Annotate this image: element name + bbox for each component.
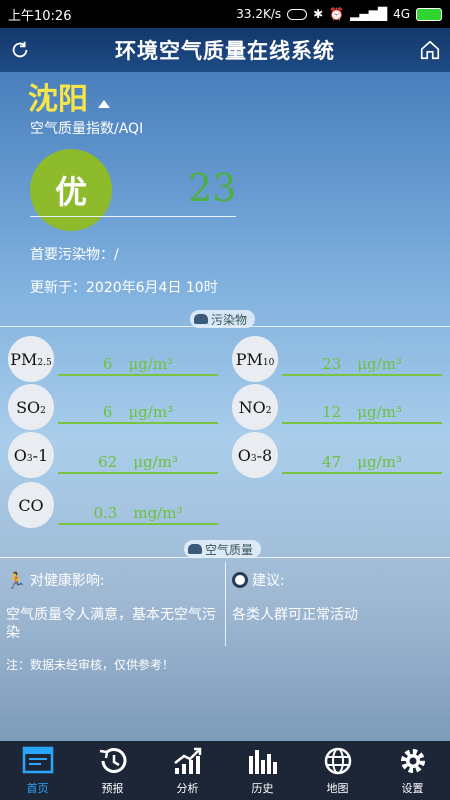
- status-time: 上午10:26: [8, 8, 72, 24]
- pm25-value: 6 μg/m³: [58, 354, 218, 376]
- pollutant-cloud-icon: [194, 314, 208, 324]
- app-header: 环境空气质量在线系统: [0, 28, 450, 72]
- nurse-icon: [232, 572, 248, 588]
- advice-text: 各类人群可正常活动: [232, 607, 358, 623]
- disclaimer-note: 注：数据未经审核，仅供参考！: [6, 658, 175, 672]
- battery-icon: [416, 7, 442, 21]
- page-title: 环境空气质量在线系统: [115, 39, 335, 63]
- bottom-navigation: 首页 预报 分析 历史 地图 设置: [0, 741, 450, 800]
- nav-history[interactable]: 历史: [225, 741, 300, 800]
- refresh-icon[interactable]: [8, 38, 32, 62]
- advice-panel: 建议: 各类人群可正常活动: [225, 562, 450, 646]
- forecast-history-icon: [96, 745, 130, 777]
- signal-icon: ▂▄▆█: [350, 7, 388, 21]
- running-person-icon: 🏃: [6, 570, 26, 590]
- o3-1-badge: O3-1: [8, 432, 54, 478]
- aqi-level-badge: 优: [30, 149, 112, 231]
- nav-analysis[interactable]: 分析: [150, 741, 225, 800]
- health-text: 空气质量令人满意，基本无空气污染: [6, 607, 216, 641]
- network-type: 4G: [393, 7, 410, 21]
- pm25-badge: PM2.5: [8, 336, 54, 382]
- globe-map-icon: [321, 745, 355, 777]
- nav-forecast[interactable]: 预报: [75, 741, 150, 800]
- pollutants-section-tag: 污染物: [190, 310, 256, 328]
- so2-badge: SO2: [8, 384, 54, 430]
- history-bars-icon: [246, 745, 280, 777]
- aqi-label: 空气质量指数/AQI: [30, 121, 144, 137]
- so2-value: 6 μg/m³: [58, 402, 218, 424]
- nav-map[interactable]: 地图: [300, 741, 375, 800]
- data-saver-icon: [287, 8, 308, 20]
- aqi-underline: [30, 216, 236, 217]
- network-speed: 33.2K/s: [236, 7, 282, 21]
- co-value: 0.3 mg/m³: [58, 503, 218, 525]
- air-quality-cloud-icon: [188, 544, 202, 554]
- pm10-badge: PM10: [232, 336, 278, 382]
- o3-1-value: 62 μg/m³: [58, 452, 218, 474]
- aqi-value: 23: [188, 166, 237, 210]
- bluetooth-icon: ✱: [313, 7, 324, 21]
- pm10-value: 23 μg/m³: [282, 354, 442, 376]
- home-screen-icon: [21, 745, 55, 777]
- city-selector[interactable]: 沈阳: [28, 74, 88, 118]
- advice-title: 建议:: [252, 573, 285, 589]
- analysis-chart-icon: [171, 745, 205, 777]
- primary-pollutant: 首要污染物：/: [30, 247, 119, 263]
- air-quality-section-tag: 空气质量: [184, 540, 262, 558]
- nav-home[interactable]: 首页: [0, 741, 75, 800]
- nav-settings[interactable]: 设置: [375, 741, 450, 800]
- health-title: 对健康影响:: [29, 573, 105, 589]
- no2-badge: NO2: [232, 384, 278, 430]
- no2-value: 12 μg/m³: [282, 402, 442, 424]
- co-badge: CO: [8, 482, 54, 528]
- o3-8-badge: O3-8: [232, 432, 278, 478]
- status-bar: 上午10:26 33.2K/s ✱ ⏰ ▂▄▆█ 4G: [0, 0, 450, 28]
- health-advice-row: 🏃 对健康影响: 空气质量令人满意，基本无空气污染 建议: 各类人群可正常活动: [0, 562, 450, 646]
- status-indicators: 33.2K/s ✱ ⏰ ▂▄▆█ 4G: [236, 7, 442, 21]
- update-time: 更新于：2020年6月4日 10时: [30, 280, 218, 296]
- alarm-icon: ⏰: [329, 7, 345, 21]
- o3-8-value: 47 μg/m³: [282, 452, 442, 474]
- home-icon[interactable]: [418, 38, 442, 62]
- gear-icon: [396, 745, 430, 777]
- health-impact-panel: 🏃 对健康影响: 空气质量令人满意，基本无空气污染: [0, 562, 225, 646]
- city-dropdown-caret-icon[interactable]: [98, 100, 110, 108]
